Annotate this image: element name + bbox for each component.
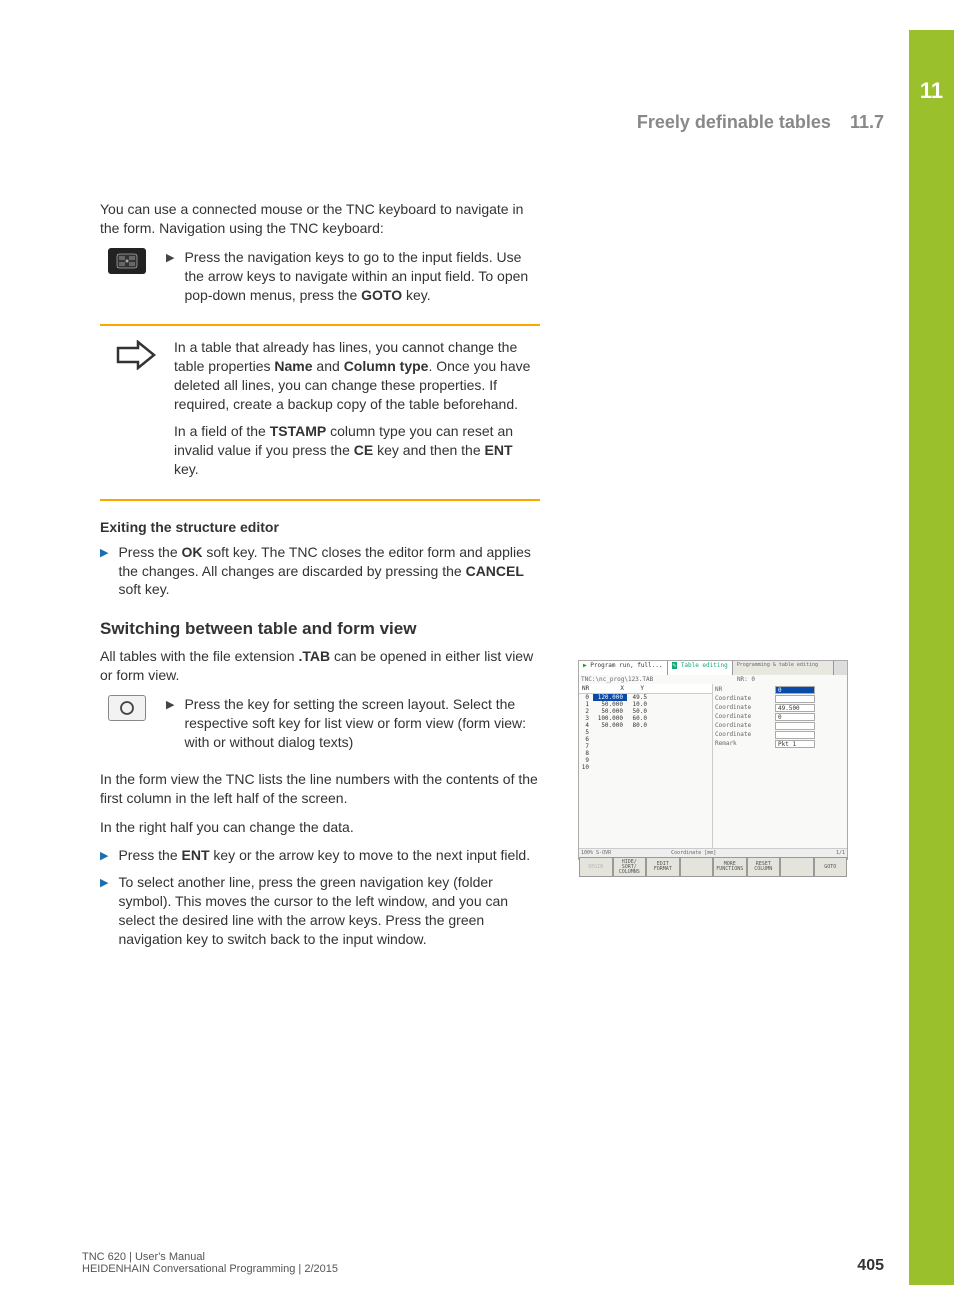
table-row: 0120.00049.5 [579,694,712,701]
softkey[interactable]: GOTO [814,857,848,877]
note-arrow-icon [114,340,162,486]
exit-bullet: ▶ Press the OK soft key. The TNC closes … [100,543,540,600]
tnc-screenshot: ▶ Program run, full... ✎ Table editing P… [578,660,848,860]
table-row: 8 [579,750,712,757]
mode-subtitle: Programming & table editing [733,661,833,675]
form-field: Coordinate [715,731,845,739]
ent-bullet: ▶ Press the ENT key or the arrow key to … [100,846,540,865]
status-mid: Coordinate [mm] [671,850,716,856]
nav-bullet-text: Press the navigation keys to go to the i… [184,248,540,305]
form-field: Coordinate [715,695,845,703]
form-field: Coordinate [715,722,845,730]
form-view-para: In the form view the TNC lists the line … [100,770,540,808]
softkey[interactable]: MORE FUNCTIONS [713,857,747,877]
softkey[interactable]: EDIT FORMAT [646,857,680,877]
page-footer: TNC 620 | User's Manual HEIDENHAIN Conve… [82,1251,884,1275]
softkey[interactable]: BEGIN [579,857,613,877]
bullet-marker: ▶ [166,698,174,752]
nr-label: NR: 0 [737,676,755,683]
table-row: 3100.00060.0 [579,715,712,722]
table-row: 10 [579,764,712,771]
table-row: 6 [579,736,712,743]
chapter-number: 11 [909,78,954,104]
softkey-row: BEGINHIDE/ SORT/ COLUMNSEDIT FORMAT MORE … [579,857,847,877]
switch-intro: All tables with the file extension .TAB … [100,647,540,685]
table-header: NR X Y [579,684,712,694]
chapter-tab: 11 [909,30,954,1285]
page-header: Freely definable tables 11.7 [100,112,884,133]
screen-layout-icon [108,695,146,721]
nav-keys-icon [108,248,146,274]
switch-heading: Switching between table and form view [100,619,540,639]
note-box: In a table that already has lines, you c… [100,324,540,500]
intro-paragraph: You can use a connected mouse or the TNC… [100,200,540,238]
bullet-marker: ▶ [100,546,108,600]
layout-bullet-text: Press the key for setting the screen lay… [184,695,540,752]
bullet-marker: ▶ [166,251,174,305]
table-row: 7 [579,743,712,750]
exit-heading: Exiting the structure editor [100,519,540,535]
nav2-bullet-text: To select another line, press the green … [118,873,540,949]
table-row: 250.00050.0 [579,708,712,715]
form-field: NR0 [715,686,845,694]
softkey[interactable]: RESET COLUMN [747,857,781,877]
layout-key-row: ▶ Press the key for setting the screen l… [100,695,540,760]
header-title: Freely definable tables [637,112,831,132]
form-field: Coordinate0 [715,713,845,721]
form-pane: NR0CoordinateCoordinate49.500Coordinate0… [713,684,847,848]
softkey[interactable] [680,857,714,877]
note-text: In a table that already has lines, you c… [174,338,534,486]
bullet-marker: ▶ [100,876,108,949]
page: 11 Freely definable tables 11.7 You can … [0,0,954,1315]
list-pane: NR X Y 0120.00049.5150.00010.0250.00050.… [579,684,713,848]
ent-bullet-text: Press the ENT key or the arrow key to mo… [118,846,530,865]
bullet-marker: ▶ [100,849,108,865]
status-left: 100% S-OVR [581,850,611,856]
exit-bullet-text: Press the OK soft key. The TNC closes th… [118,543,540,600]
form-field: Coordinate49.500 [715,704,845,712]
footer-line1: TNC 620 | User's Manual [82,1251,338,1263]
table-row: 5 [579,729,712,736]
softkey[interactable]: HIDE/ SORT/ COLUMNS [613,857,647,877]
form-field: RemarkPkt 1 [715,740,845,748]
file-path: TNC:\nc_prog\123.TAB [581,676,653,683]
table-row: 9 [579,757,712,764]
nav-keys-row: ▶ Press the navigation keys to go to the… [100,248,540,313]
page-number: 405 [857,1257,884,1275]
gear-icon [833,661,847,675]
header-section: 11.7 [850,112,884,132]
mode-right: ✎ Table editing [668,661,733,675]
content-column: You can use a connected mouse or the TNC… [100,200,540,957]
table-row: 450.00080.0 [579,722,712,729]
nav2-bullet: ▶ To select another line, press the gree… [100,873,540,949]
screenshot-header: ▶ Program run, full... ✎ Table editing P… [579,661,847,675]
footer-line2: HEIDENHAIN Conversational Programming | … [82,1263,338,1275]
softkey[interactable] [780,857,814,877]
table-row: 150.00010.0 [579,701,712,708]
status-right: 1/1 [836,850,845,856]
mode-left: ▶ Program run, full... [579,661,668,675]
right-half-para: In the right half you can change the dat… [100,818,540,837]
